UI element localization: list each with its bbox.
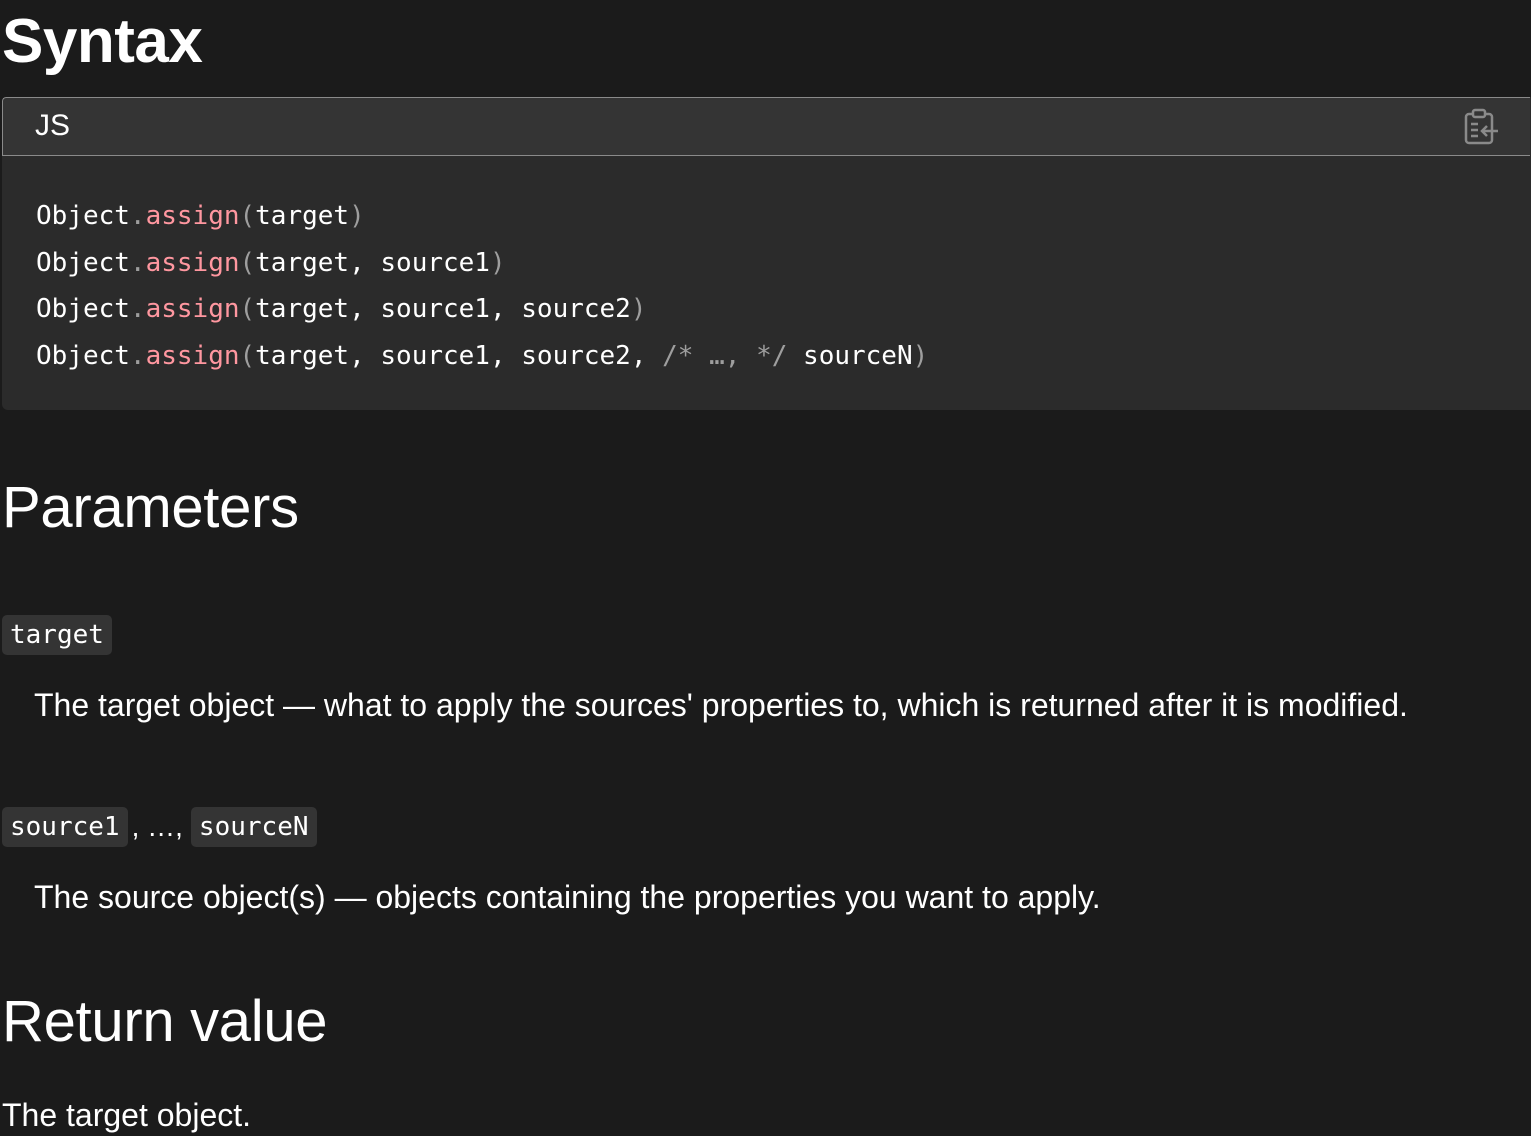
code-token-paren: (	[239, 201, 256, 231]
code-language-label: JS	[35, 109, 71, 142]
code-chip: source1	[2, 807, 128, 847]
parameters-heading: Parameters	[2, 475, 299, 540]
code-token-object: Object	[36, 247, 130, 278]
code-token-args: target, source1, source2,	[255, 341, 663, 372]
code-line: Object.assign(target, source1, source2)	[36, 286, 928, 333]
code-block-header: JS	[2, 97, 1530, 156]
code-token-method: assign	[145, 341, 240, 372]
code-token-paren: )	[630, 294, 647, 325]
code-block: JS Object.assign(target) Object.assign(ta…	[2, 97, 1531, 410]
code-token-dot: .	[129, 294, 146, 325]
code-token-paren: (	[239, 294, 256, 325]
code-token-paren: )	[912, 341, 929, 372]
code-token-method: assign	[145, 294, 240, 325]
code-token-object: Object	[36, 201, 130, 231]
param-description-target: The target object — what to apply the so…	[34, 687, 1408, 723]
param-description-sources: The source object(s) — objects containin…	[34, 879, 1101, 915]
return-value-text: The target object.	[2, 1097, 252, 1133]
copy-button[interactable]	[1460, 107, 1500, 147]
code-lines: Object.assign(target) Object.assign(targe…	[36, 193, 928, 380]
code-token-paren: (	[239, 341, 256, 372]
code-token-method: assign	[145, 201, 240, 231]
code-line: Object.assign(target)	[36, 193, 928, 240]
clipboard-copy-icon	[1464, 108, 1498, 145]
code-token-dot: .	[129, 341, 146, 372]
code-token-comment: /* …, */	[662, 341, 788, 372]
code-token-paren: )	[349, 201, 365, 231]
code-token-method: assign	[145, 247, 240, 278]
code-chip: sourceN	[190, 807, 317, 847]
code-line: Object.assign(target, source1)	[36, 240, 928, 287]
syntax-heading: Syntax	[2, 7, 203, 76]
return-value-heading: Return value	[2, 989, 328, 1054]
code-chip: target	[2, 615, 112, 655]
param-term-sources: source1 , …, sourceN	[2, 807, 317, 847]
param-term-target: target	[2, 615, 112, 655]
code-token-args: target	[255, 201, 350, 231]
code-token-dot: .	[129, 247, 146, 278]
code-token-object: Object	[36, 341, 130, 372]
code-token-paren: (	[239, 247, 256, 278]
code-token-args: target, source1	[255, 247, 490, 278]
term-separator: , …,	[131, 811, 183, 842]
code-token-object: Object	[36, 294, 130, 325]
code-token-args: sourceN	[787, 341, 913, 372]
code-token-args: target, source1, source2	[255, 294, 631, 325]
code-token-paren: )	[489, 247, 506, 278]
code-line: Object.assign(target, source1, source2, …	[36, 333, 928, 380]
code-token-dot: .	[129, 201, 146, 231]
